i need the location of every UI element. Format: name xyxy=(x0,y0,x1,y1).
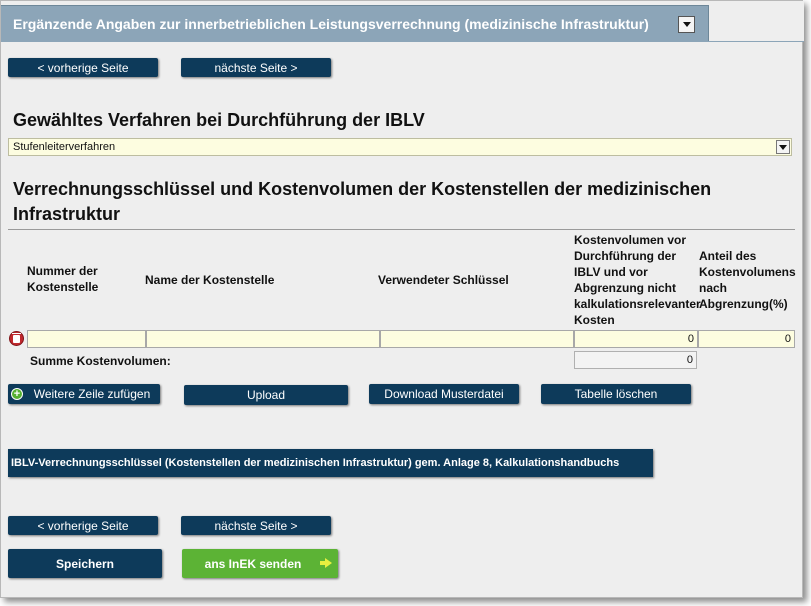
tab-underline xyxy=(1,41,804,42)
chevron-down-icon xyxy=(779,144,787,150)
col-header-kostenvolumen: Kostenvolumen vor Durchführung der IBLV … xyxy=(574,233,701,327)
next-page-button-bottom[interactable]: nächste Seite > xyxy=(181,516,331,535)
add-row-button[interactable]: + Weitere Zeile zufügen xyxy=(8,384,160,404)
prev-page-button-bottom[interactable]: < vorherige Seite xyxy=(8,516,158,535)
iblv-section-button[interactable]: IBLV-Verrechnungsschlüssel (Kostenstelle… xyxy=(8,449,653,477)
divider xyxy=(8,229,795,230)
sum-value: 0 xyxy=(574,351,697,369)
plus-icon: + xyxy=(11,388,23,400)
procedure-select[interactable]: Stufenleiterverfahren xyxy=(8,138,792,156)
input-nummer[interactable] xyxy=(27,330,146,348)
save-button[interactable]: Speichern xyxy=(8,549,162,578)
tab-active[interactable]: Ergänzende Angaben zur innerbetriebliche… xyxy=(1,5,709,41)
clear-table-button[interactable]: Tabelle löschen xyxy=(541,384,691,404)
main-panel: Ergänzende Angaben zur innerbetriebliche… xyxy=(0,0,804,598)
arrow-right-icon xyxy=(320,558,332,568)
send-label: ans InEK senden xyxy=(204,556,302,571)
input-name[interactable] xyxy=(146,330,380,348)
input-anteil[interactable]: 0 xyxy=(698,330,795,348)
allocation-heading: Verrechnungsschlüssel und Kostenvolumen … xyxy=(13,179,712,224)
trash-icon xyxy=(12,332,21,343)
input-kostenvolumen[interactable]: 0 xyxy=(574,330,698,348)
input-schluessel[interactable] xyxy=(380,330,574,348)
col-header-anteil: Anteil des Kostenvolumens nach Abgrenzun… xyxy=(699,249,796,311)
download-template-button[interactable]: Download Musterdatei xyxy=(369,384,519,404)
tab-bar: Ergänzende Angaben zur innerbetriebliche… xyxy=(1,1,804,41)
tab-title: Ergänzende Angaben zur innerbetriebliche… xyxy=(13,16,649,32)
send-to-inek-button[interactable]: ans InEK senden xyxy=(182,549,338,578)
delete-row-icon[interactable] xyxy=(9,331,24,346)
col-header-name: Name der Kostenstelle xyxy=(145,273,275,287)
col-header-schluessel: Verwendeter Schlüssel xyxy=(378,273,509,287)
upload-button[interactable]: Upload xyxy=(184,385,348,405)
col-header-nummer: Nummer der Kostenstelle xyxy=(27,264,99,294)
procedure-heading: Gewähltes Verfahren bei Durchführung der… xyxy=(13,110,425,130)
chevron-down-icon xyxy=(682,22,691,27)
add-row-label: Weitere Zeile zufügen xyxy=(33,387,151,401)
procedure-select-value: Stufenleiterverfahren xyxy=(13,141,116,153)
sum-label: Summe Kostenvolumen: xyxy=(30,354,171,368)
tab-dropdown-button[interactable] xyxy=(678,16,695,33)
select-arrow[interactable] xyxy=(776,140,790,154)
prev-page-button-top[interactable]: < vorherige Seite xyxy=(8,58,158,77)
next-page-button-top[interactable]: nächste Seite > xyxy=(181,58,331,77)
